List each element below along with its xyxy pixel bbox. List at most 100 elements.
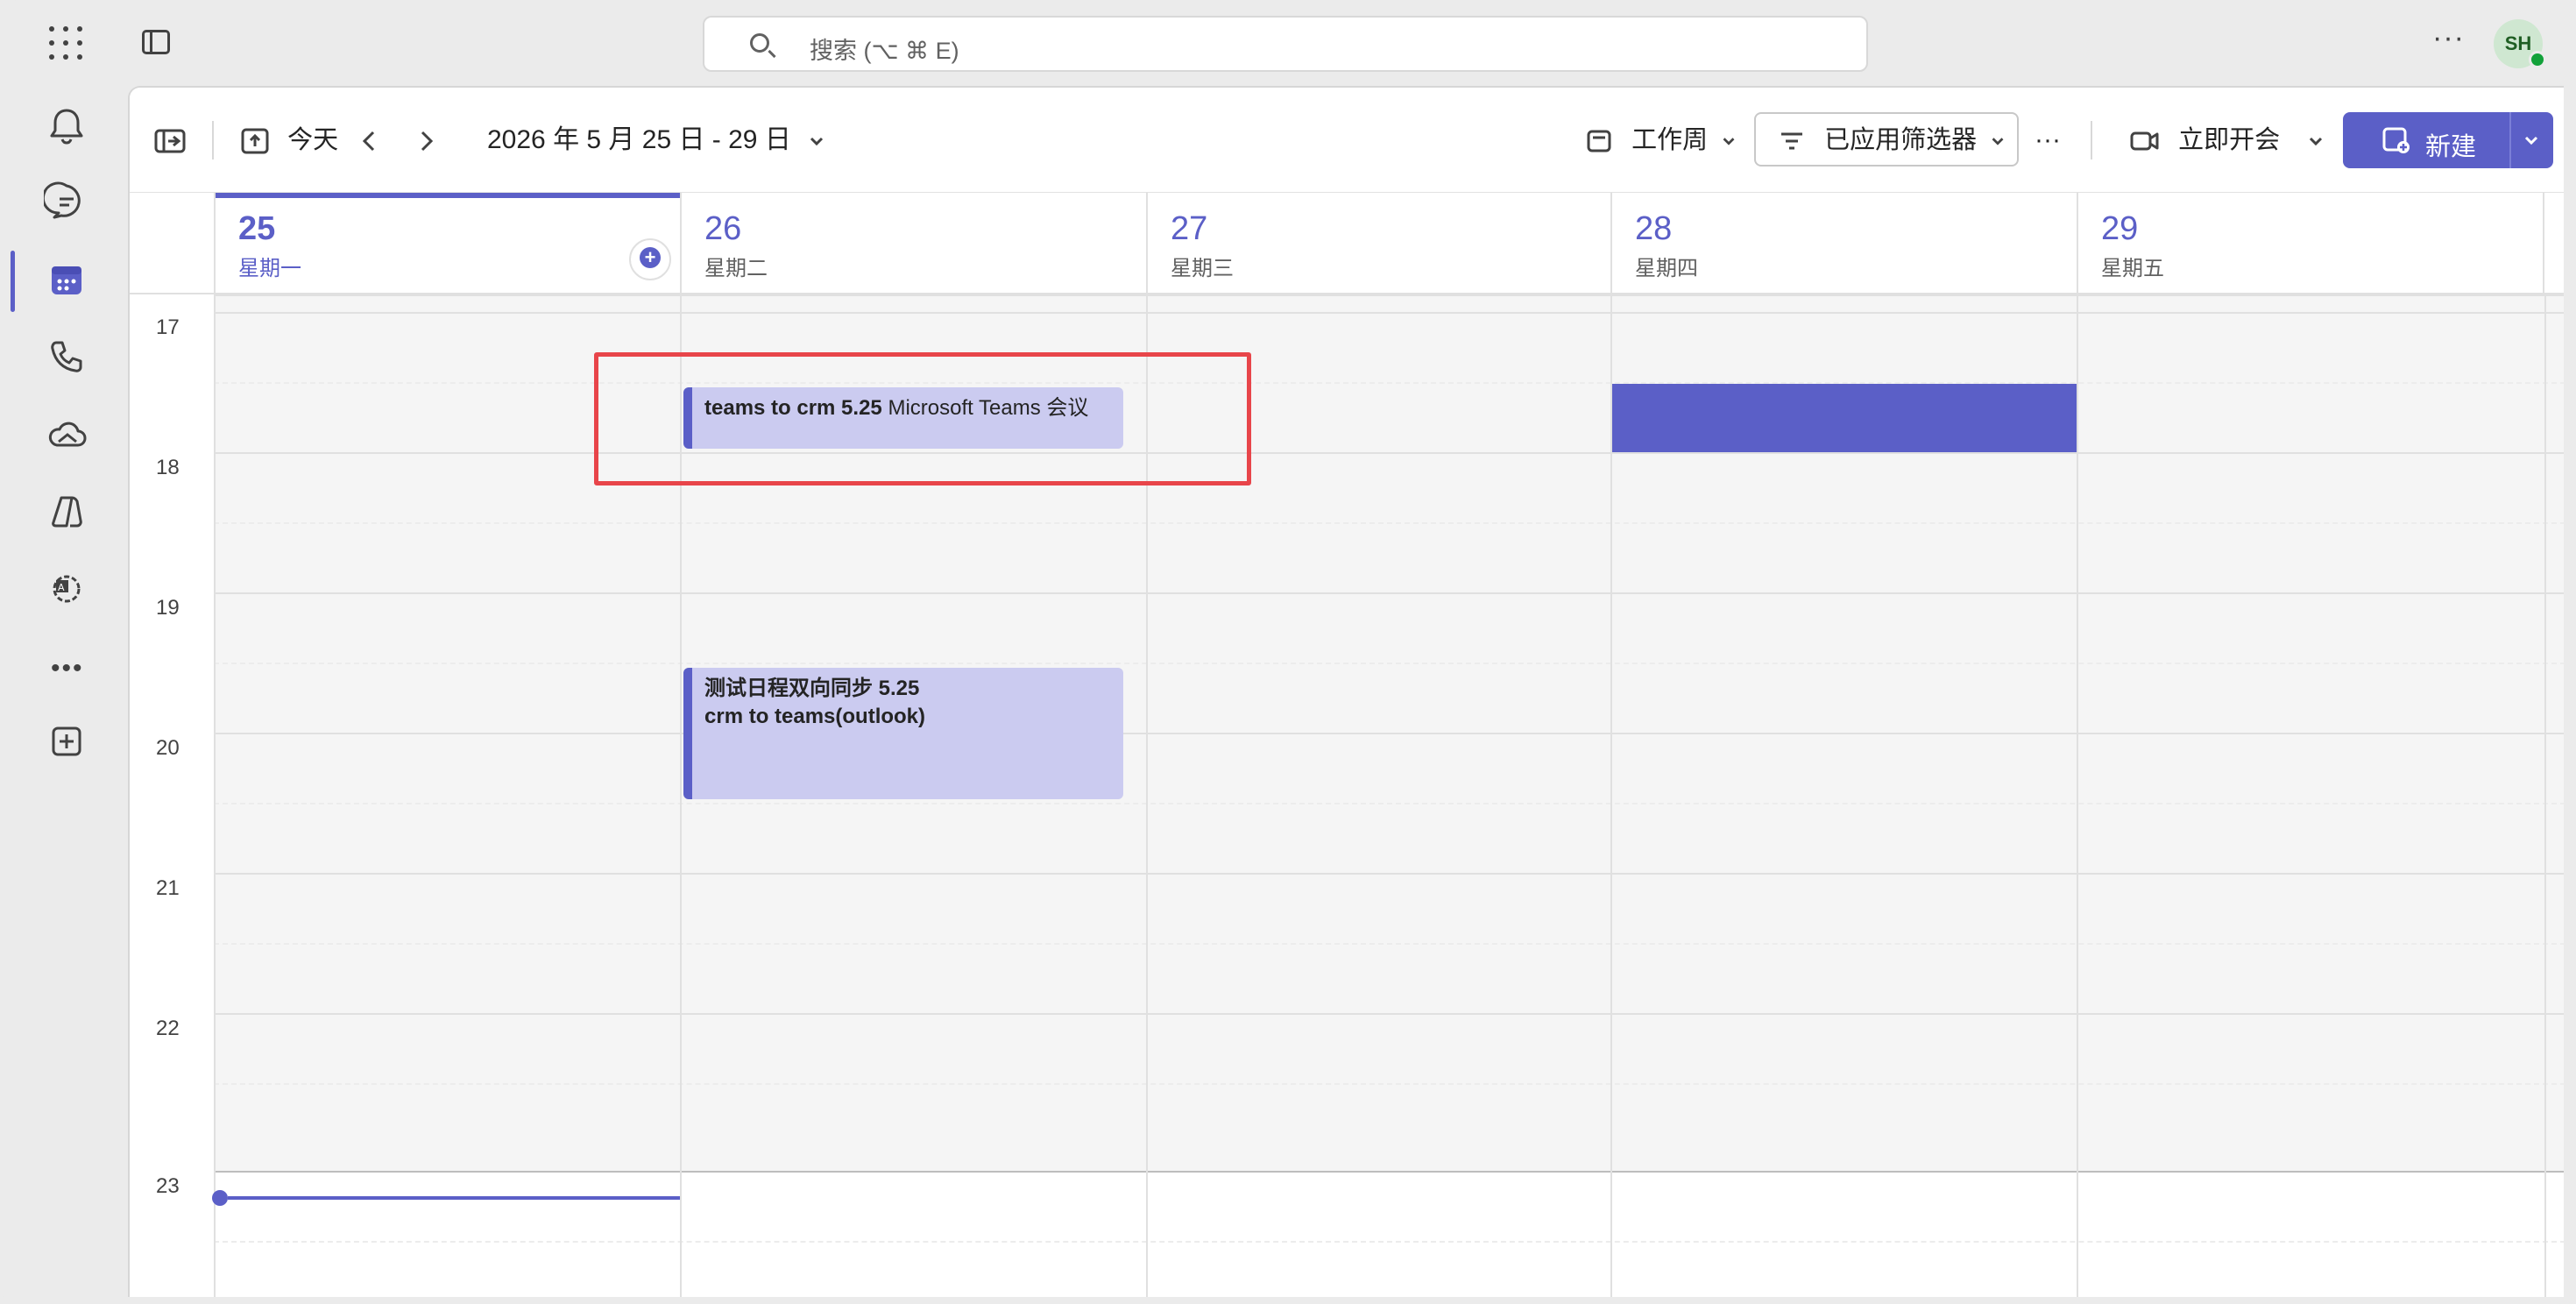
- hour-label: 19: [156, 596, 180, 620]
- date-range-label: 2026 年 5 月 25 日 - 29 日: [487, 125, 791, 154]
- copilot-icon[interactable]: [44, 489, 89, 535]
- app-rail: A •••: [0, 86, 128, 1304]
- hour-label: 22: [156, 1017, 180, 1040]
- hour-line: [214, 452, 2564, 454]
- date-range-picker[interactable]: 2026 年 5 月 25 日 - 29 日: [487, 88, 826, 193]
- calendar-add-icon: [2382, 127, 2410, 153]
- half-hour-line: [214, 663, 2564, 664]
- toolbar-divider: [212, 121, 214, 159]
- day-header-mon[interactable]: 25 星期一: [214, 193, 680, 293]
- chevron-down-icon: [1992, 138, 2004, 145]
- half-hour-line: [214, 382, 2564, 384]
- activity-bell-icon[interactable]: [44, 103, 89, 149]
- day-header-thu[interactable]: 28 星期四: [1610, 193, 2077, 293]
- search-placeholder: 搜索 (⌥ ⌘ E): [810, 38, 959, 64]
- previous-week-chevron-left-icon[interactable]: [359, 88, 380, 193]
- new-label: 新建: [2425, 133, 2477, 161]
- half-hour-line: [214, 1241, 2564, 1243]
- event-detail: crm to teams(outlook): [704, 705, 926, 728]
- collapse-panel-icon[interactable]: [154, 88, 186, 193]
- side-panel-toggle-icon[interactable]: [142, 30, 170, 54]
- column-line: [2077, 294, 2078, 1297]
- filter-icon: [1781, 132, 1802, 150]
- svg-text:A: A: [58, 582, 65, 593]
- add-app-icon[interactable]: [44, 719, 89, 764]
- day-name: 星期五: [2101, 257, 2164, 280]
- meet-now-dropdown-chevron-down-icon[interactable]: [2306, 88, 2325, 193]
- calendar-toolbar: 今天 2026 年 5 月 25 日 - 29 日 工作周 已应用筛选器 ···…: [130, 88, 2564, 193]
- more-options-icon[interactable]: ···: [2432, 21, 2465, 55]
- meet-now-label: 立即开会: [2178, 126, 2281, 154]
- half-hour-line: [214, 943, 2564, 945]
- calendar-today-icon: [241, 128, 269, 154]
- calendar-panel: 今天 2026 年 5 月 25 日 - 29 日 工作周 已应用筛选器 ···…: [128, 86, 2564, 1297]
- hour-line: [214, 294, 2564, 296]
- day-number: 25: [238, 210, 276, 247]
- day-number: 26: [704, 210, 742, 247]
- day-header-tue[interactable]: 26 星期二: [680, 193, 1146, 293]
- hour-line: [214, 592, 2564, 594]
- hour-line: [214, 1171, 2564, 1173]
- day-number: 29: [2101, 210, 2139, 247]
- hour-line: [214, 312, 2564, 314]
- today-button[interactable]: 今天: [240, 88, 338, 193]
- add-event-plus-icon[interactable]: [629, 238, 671, 280]
- half-hour-line: [214, 803, 2564, 804]
- day-number: 28: [1635, 210, 1673, 247]
- chevron-down-icon: [2524, 136, 2538, 145]
- hour-label: 21: [156, 876, 180, 900]
- day-header-wed[interactable]: 27 星期三: [1146, 193, 1610, 293]
- calendar-icon[interactable]: [44, 258, 89, 303]
- rail-active-indicator: [11, 251, 15, 312]
- event-sync-test[interactable]: 测试日程双向同步 5.25 crm to teams(outlook): [683, 668, 1123, 799]
- today-label: 今天: [287, 126, 339, 154]
- apps-settings-icon[interactable]: A: [44, 566, 89, 612]
- split-divider: [2509, 112, 2511, 168]
- day-header-fri[interactable]: 29 星期五: [2077, 193, 2544, 293]
- day-header-row: 25 星期一 26 星期二 27 星期三 28 星期四 29 星期五: [130, 193, 2564, 294]
- onedrive-cloud-icon[interactable]: [44, 412, 89, 457]
- presence-available-icon: [2529, 51, 2546, 68]
- next-week-chevron-right-icon[interactable]: [415, 88, 436, 193]
- time-grid[interactable]: 17 18 19 20 21 22 23 teams to crm 5.25 M…: [130, 294, 2564, 1297]
- hour-line: [214, 733, 2564, 734]
- day-name: 星期三: [1171, 257, 1234, 280]
- today-indicator: [216, 193, 680, 198]
- half-hour-line: [214, 522, 2564, 524]
- hour-label: 17: [156, 315, 180, 339]
- event-title: 测试日程双向同步 5.25: [704, 677, 920, 700]
- toolbar-more-icon[interactable]: ···: [2035, 88, 2061, 193]
- busy-block[interactable]: [1612, 384, 2077, 452]
- work-week-view-icon: [1587, 130, 1611, 152]
- day-name: 星期一: [238, 257, 301, 280]
- new-meeting-button[interactable]: 新建: [2343, 112, 2553, 168]
- hour-line: [214, 873, 2564, 875]
- app-launcher-icon[interactable]: [49, 26, 84, 61]
- column-line: [214, 294, 216, 1297]
- title-bar: 搜索 (⌥ ⌘ E) ··· SH: [0, 0, 2576, 86]
- day-number: 27: [1171, 210, 1208, 247]
- more-apps-icon[interactable]: •••: [51, 654, 84, 684]
- hour-label: 20: [156, 736, 180, 760]
- view-switcher[interactable]: 工作周: [1586, 88, 1737, 193]
- column-line: [2544, 294, 2546, 1297]
- chat-icon[interactable]: [41, 179, 89, 224]
- search-input[interactable]: 搜索 (⌥ ⌘ E): [703, 16, 1868, 72]
- chevron-down-icon: [1723, 138, 1735, 145]
- day-name: 星期二: [704, 257, 768, 280]
- chevron-down-icon: [810, 138, 824, 146]
- calls-phone-icon[interactable]: [44, 335, 89, 380]
- filter-label: 已应用筛选器: [1824, 126, 1978, 154]
- day-name: 星期四: [1635, 257, 1698, 280]
- highlight-box: [594, 352, 1251, 485]
- app-window: 搜索 (⌥ ⌘ E) ··· SH A ••• 今天 2026 年 5 月 25…: [0, 0, 2576, 1304]
- current-time-dot: [212, 1190, 228, 1206]
- toolbar-divider: [2091, 121, 2092, 159]
- hour-label: 18: [156, 456, 180, 479]
- meet-now-button[interactable]: 立即开会: [2129, 88, 2280, 193]
- filter-button-content[interactable]: 已应用筛选器: [1779, 88, 2006, 193]
- hour-line: [214, 1013, 2564, 1015]
- search-icon: [750, 33, 769, 53]
- hour-label: 23: [156, 1174, 180, 1198]
- view-label: 工作周: [1631, 126, 1709, 154]
